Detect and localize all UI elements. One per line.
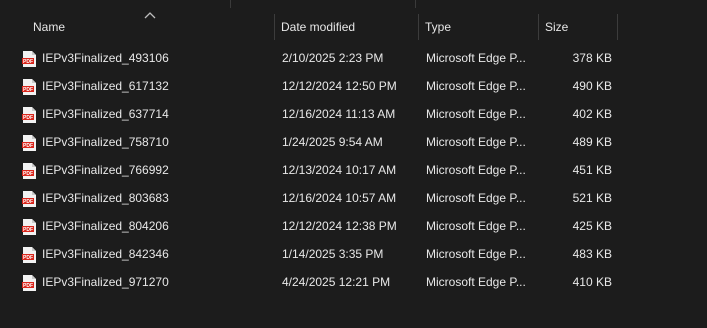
file-name: IEPv3Finalized_804206	[42, 219, 169, 233]
file-name: IEPv3Finalized_758710	[42, 135, 169, 149]
file-name: IEPv3Finalized_493106	[42, 51, 169, 65]
file-size: 489 KB	[572, 135, 612, 149]
file-size: 521 KB	[572, 191, 612, 205]
file-type: Microsoft Edge P...	[426, 219, 526, 233]
file-size: 410 KB	[572, 275, 612, 289]
file-name: IEPv3Finalized_617132	[42, 79, 169, 93]
column-divider	[230, 0, 231, 8]
pdf-file-icon: PDF	[22, 135, 36, 151]
pdf-file-icon: PDF	[22, 51, 36, 67]
svg-text:PDF: PDF	[23, 283, 33, 289]
svg-text:PDF: PDF	[23, 255, 33, 261]
column-resize-handle[interactable]	[617, 14, 618, 40]
column-header-size[interactable]: Size	[539, 14, 617, 40]
file-row[interactable]: PDF IEPv3Finalized_803683 12/16/2024 10:…	[0, 184, 707, 212]
top-edge-strip	[0, 0, 707, 8]
file-name: IEPv3Finalized_766992	[42, 163, 169, 177]
date-modified: 12/12/2024 12:50 PM	[282, 79, 397, 93]
file-row[interactable]: PDF IEPv3Finalized_766992 12/13/2024 10:…	[0, 156, 707, 184]
date-modified: 12/16/2024 10:57 AM	[282, 191, 397, 205]
date-modified: 4/24/2025 12:21 PM	[282, 275, 391, 289]
file-row[interactable]: PDF IEPv3Finalized_493106 2/10/2025 2:23…	[0, 44, 707, 72]
file-type: Microsoft Edge P...	[426, 191, 526, 205]
file-size: 402 KB	[572, 107, 612, 121]
column-header-row: Name Date modified Type Size	[0, 12, 707, 40]
column-header-date-modified[interactable]: Date modified	[275, 14, 418, 40]
file-type: Microsoft Edge P...	[426, 107, 526, 121]
svg-text:PDF: PDF	[23, 143, 33, 149]
column-header-name[interactable]: Name	[27, 14, 274, 40]
file-type: Microsoft Edge P...	[426, 163, 526, 177]
file-row[interactable]: PDF IEPv3Finalized_758710 1/24/2025 9:54…	[0, 128, 707, 156]
pdf-file-icon: PDF	[22, 163, 36, 179]
file-row[interactable]: PDF IEPv3Finalized_842346 1/14/2025 3:35…	[0, 240, 707, 268]
svg-text:PDF: PDF	[23, 227, 33, 233]
date-modified: 12/12/2024 12:38 PM	[282, 219, 397, 233]
file-type: Microsoft Edge P...	[426, 51, 526, 65]
pdf-file-icon: PDF	[22, 247, 36, 263]
file-size: 378 KB	[572, 51, 612, 65]
file-type: Microsoft Edge P...	[426, 247, 526, 261]
file-row[interactable]: PDF IEPv3Finalized_971270 4/24/2025 12:2…	[0, 268, 707, 296]
file-row[interactable]: PDF IEPv3Finalized_617132 12/12/2024 12:…	[0, 72, 707, 100]
file-name: IEPv3Finalized_842346	[42, 247, 169, 261]
file-row[interactable]: PDF IEPv3Finalized_804206 12/12/2024 12:…	[0, 212, 707, 240]
date-modified: 2/10/2025 2:23 PM	[282, 51, 384, 65]
date-modified: 1/24/2025 9:54 AM	[282, 135, 383, 149]
file-name: IEPv3Finalized_971270	[42, 275, 169, 289]
file-size: 425 KB	[572, 219, 612, 233]
file-name: IEPv3Finalized_637714	[42, 107, 169, 121]
column-header-type[interactable]: Type	[419, 14, 538, 40]
date-modified: 12/16/2024 11:13 AM	[282, 107, 396, 121]
svg-text:PDF: PDF	[23, 59, 33, 65]
date-modified: 1/14/2025 3:35 PM	[282, 247, 384, 261]
file-size: 490 KB	[572, 79, 612, 93]
file-size: 451 KB	[572, 163, 612, 177]
file-type: Microsoft Edge P...	[426, 135, 526, 149]
file-name: IEPv3Finalized_803683	[42, 191, 169, 205]
pdf-file-icon: PDF	[22, 107, 36, 123]
svg-text:PDF: PDF	[23, 171, 33, 177]
file-row[interactable]: PDF IEPv3Finalized_637714 12/16/2024 11:…	[0, 100, 707, 128]
pdf-file-icon: PDF	[22, 191, 36, 207]
pdf-file-icon: PDF	[22, 79, 36, 95]
pdf-file-icon: PDF	[22, 275, 36, 291]
file-type: Microsoft Edge P...	[426, 79, 526, 93]
date-modified: 12/13/2024 10:17 AM	[282, 163, 397, 177]
file-type: Microsoft Edge P...	[426, 275, 526, 289]
column-divider	[415, 0, 416, 8]
pdf-file-icon: PDF	[22, 219, 36, 235]
file-size: 483 KB	[572, 247, 612, 261]
svg-text:PDF: PDF	[23, 87, 33, 93]
svg-text:PDF: PDF	[23, 115, 33, 121]
svg-text:PDF: PDF	[23, 199, 33, 205]
